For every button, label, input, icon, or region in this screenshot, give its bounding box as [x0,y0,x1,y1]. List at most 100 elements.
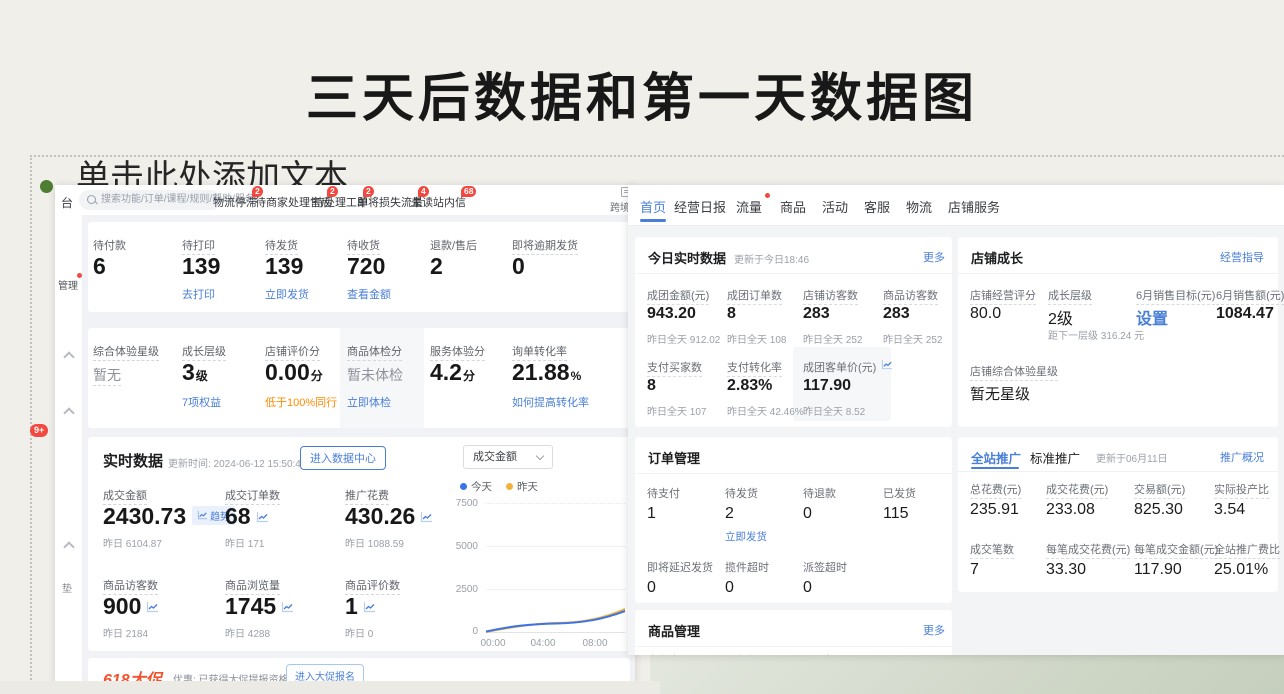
tab-traffic[interactable]: 流量 [736,197,762,216]
chevron-up-icon[interactable] [63,351,74,362]
order-management-card: 订单管理 待支付 1 待发货 2 立即发货 待退款 0 已发货 115 即将延迟… [635,437,952,603]
business-guide-link[interactable]: 经营指导 [1220,249,1264,265]
order-label: 待发货 [725,485,758,501]
metric-sub: 昨日 0 [345,625,373,640]
goods-label-partial: 出售中 [647,652,680,655]
metric-value: 80.0 [970,305,1001,323]
metric-label: 支付转化率 [727,359,782,377]
tab-service[interactable]: 客服 [864,197,890,216]
legend-today[interactable]: 今天 [460,479,492,494]
trend-icon [281,601,294,613]
ads-label: 成交花费(元) [1046,481,1108,499]
tab-logistics[interactable]: 物流 [906,197,932,216]
enter-data-center-button[interactable]: 进入数据中心 [300,446,386,470]
star-level-value: 暂无星级 [970,383,1030,404]
promo-overview-link[interactable]: 推广概况 [1220,449,1264,465]
goods-management-card: 商品管理 更多 出售中 已售罄 已下架 [635,610,952,655]
promotion-card: 全站推广 标准推广 更新于06月11日 推广概况 总花费(元) 235.91 成… [958,437,1278,592]
metric-sub: 昨日全天 42.46% [727,403,804,418]
tab-activity[interactable]: 活动 [822,197,848,216]
order-value: 2 [725,505,734,523]
todo-value: 0 [512,253,525,280]
ads-value: 33.30 [1046,561,1086,579]
x-tick: 04:00 [526,638,560,649]
chart-metric-select[interactable]: 成交金额 [463,445,553,469]
order-label: 待退款 [803,485,836,501]
sidebar-notification-badge: 9+ [30,424,48,437]
metric-value: 2430.73 [103,503,186,529]
metric-sub: 距下一层级 316.24 元 [1048,327,1144,342]
search-input[interactable]: 搜索功能/订单/课程/规则/帮助/服务 [79,190,221,210]
metric-value: 283 [803,305,830,323]
metric-label: 商品访客数 [883,287,938,305]
view-amount-link[interactable]: 查看金额 [347,286,391,302]
score-value: 暂未体检 [347,365,403,385]
metric-value: 1084.47 [1216,305,1274,323]
ship-now-link[interactable]: 立即发货 [725,529,767,544]
metric-value: 283 [883,305,910,323]
chevron-up-icon[interactable] [63,541,74,552]
line-chart [486,577,625,635]
divider [635,273,952,274]
order-label: 派签超时 [803,559,847,575]
order-label: 待支付 [647,485,680,501]
tab-goods[interactable]: 商品 [780,197,806,216]
goods-label-partial: 已售罄 [725,652,758,655]
metric-label: 6月销售额(元) [1216,287,1284,305]
tab-sitewide-promo[interactable]: 全站推广 [971,448,1021,467]
metric-sub: 昨日 1088.59 [345,535,404,550]
crossborder-label: 跨境 [610,199,630,214]
todo-card: 待付款 6 待打印 139 去打印 待发货 139 立即发货 待收货 720 查… [88,222,630,312]
metric-value: 1 [345,593,358,619]
tab-home[interactable]: 首页 [640,197,666,216]
todo-value: 139 [265,253,303,280]
metric-sub: 昨日 4288 [225,625,270,640]
left-sidebar: 管理 垫 [55,215,83,683]
nav-unread-messages[interactable]: 未读站内信68 [411,194,466,210]
orders-card-title: 订单管理 [648,448,700,467]
rights-link[interactable]: 7项权益 [182,394,221,410]
promo-updated: 更新于06月11日 [1096,450,1168,465]
improve-conversion-link[interactable]: 如何提高转化率 [512,394,589,410]
metric-sub: 昨日全天 252 [883,331,942,346]
score-value: 21.88 [512,359,570,385]
more-link[interactable]: 更多 [923,249,945,265]
go-print-link[interactable]: 去打印 [182,286,215,302]
chevron-up-icon[interactable] [63,407,74,418]
below-peers-warning[interactable]: 低于100%同行 [265,394,337,410]
ship-now-link[interactable]: 立即发货 [265,286,309,302]
metric-value: 8 [727,305,736,323]
sidebar-red-dot [77,273,82,278]
metric-sub: 昨日全天 108 [727,331,786,346]
metric-sub: 昨日全天 8.52 [803,403,865,418]
check-now-link[interactable]: 立即体检 [347,394,391,410]
star-level-label: 店铺综合体验星级 [970,363,1058,381]
left-topbar: 台 搜索功能/订单/课程/规则/帮助/服务 物流停滞2 待商家处理售后2 待处理… [55,185,635,215]
slide-canvas: 三天后数据和第一天数据图 单击此处添加文本 9+ 台 搜索功能/订单/课程/规则… [0,0,1284,694]
trend-icon [256,511,269,523]
metric-value: 117.90 [803,377,851,395]
metric-label: 支付买家数 [647,359,702,377]
sidebar-item-partial[interactable]: 垫 [62,580,72,595]
metric-label: 店铺经营评分 [970,287,1036,305]
page-title: 三天后数据和第一天数据图 [0,56,1284,131]
promo-banner-card: 618大促 优惠: 已获得大促提报资格 | 去提报 进入大促报名 [88,658,630,683]
metric-value: 2级 [1048,305,1073,329]
sidebar-item-manage[interactable]: 管理 [58,277,78,292]
tab-daily-report[interactable]: 经营日报 [674,197,726,216]
tab-standard-promo[interactable]: 标准推广 [1030,448,1080,467]
legend-yesterday[interactable]: 昨天 [506,479,538,494]
nav-logistics-stalled[interactable]: 物流停滞2 [213,194,257,210]
metric-value: 430.26 [345,503,415,529]
trend-icon [881,359,893,370]
goods-label-partial: 已下架 [803,652,836,655]
todo-value: 2 [430,253,443,280]
goods-card-title: 商品管理 [648,621,700,640]
metric-sub: 昨日全天 252 [803,331,862,346]
set-target-link[interactable]: 设置 [1136,305,1168,329]
active-tab-underline [640,219,666,222]
tab-shop-service[interactable]: 店铺服务 [948,197,1000,216]
order-label: 已发货 [883,485,916,501]
more-link[interactable]: 更多 [923,622,945,638]
todo-value: 139 [182,253,220,280]
